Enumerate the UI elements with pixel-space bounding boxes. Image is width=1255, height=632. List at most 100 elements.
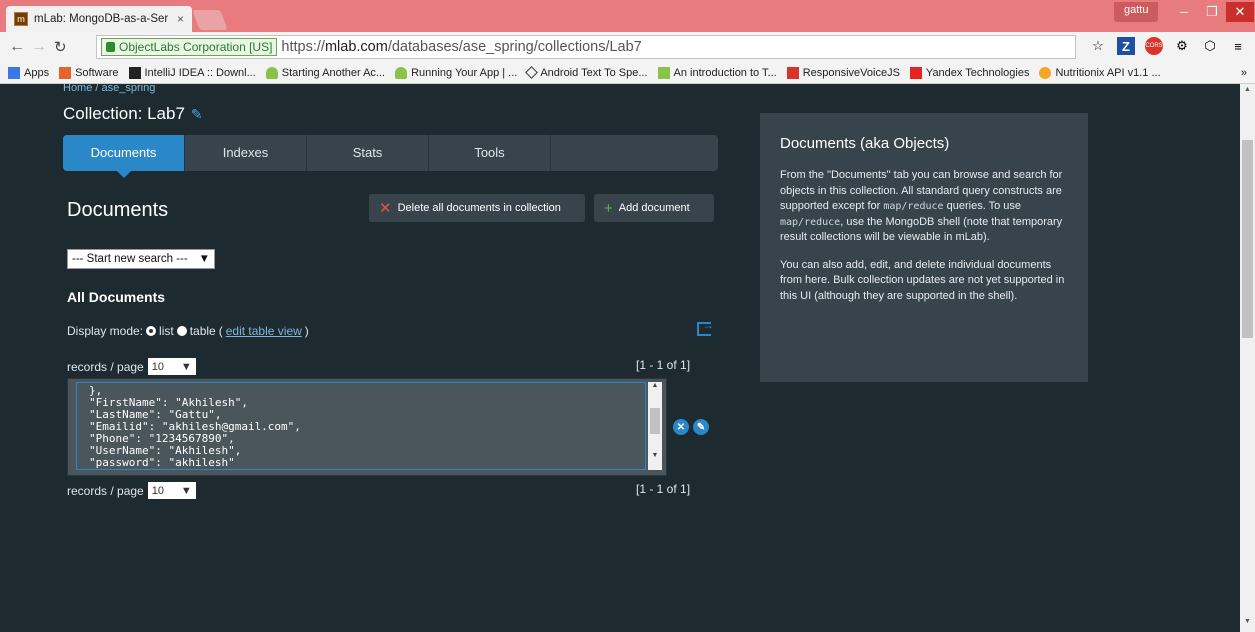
minimize-icon[interactable]: –: [1170, 2, 1198, 22]
edit-table-view-link[interactable]: edit table view: [226, 324, 302, 338]
lock-icon: [106, 42, 115, 52]
search-select[interactable]: --- Start new search --- ▼: [67, 249, 215, 269]
android-icon: [657, 66, 670, 79]
page-title: Collection: Lab7 ✎: [63, 104, 203, 124]
forward-icon[interactable]: →: [28, 38, 50, 56]
document-editor[interactable]: }, "FirstName": "Akhilesh", "LastName": "G…: [76, 382, 646, 470]
info-title: Documents (aka Objects): [780, 135, 950, 152]
office-icon: [59, 66, 72, 79]
bookmark-apps[interactable]: Apps: [8, 66, 50, 79]
edit-icon[interactable]: ✎: [191, 106, 203, 123]
profile-badge[interactable]: gattu: [1114, 2, 1159, 22]
bookmarks-overflow[interactable]: »: [1241, 67, 1247, 79]
scroll-down-icon[interactable]: ▼: [1240, 618, 1255, 630]
cors-extension-icon[interactable]: CORS: [1145, 37, 1163, 55]
scroll-up-icon[interactable]: ▲: [648, 382, 662, 394]
list-radio[interactable]: [146, 326, 157, 336]
records-select[interactable]: 10 ▼: [147, 358, 196, 375]
bookmark-label: Running Your App | ...: [411, 66, 518, 79]
table-radio[interactable]: [176, 326, 187, 336]
extensions-area: ☆ Z CORS ⚙ ⬡ ≡: [1089, 37, 1247, 55]
bookmark-label: Starting Another Ac...: [281, 66, 386, 79]
bookmark-label: IntelliJ IDEA :: Downl...: [144, 66, 256, 79]
export-icon[interactable]: [697, 318, 714, 336]
bookmark-star-icon[interactable]: ☆: [1089, 37, 1107, 55]
maximize-icon[interactable]: ❐: [1198, 2, 1226, 22]
bookmark-intellij[interactable]: IntelliJ IDEA :: Downl...: [128, 66, 256, 79]
apps-grid-icon: [8, 66, 20, 79]
scroll-thumb[interactable]: [650, 408, 660, 434]
delete-document-icon[interactable]: ✕: [673, 419, 689, 435]
bookmark-yandex[interactable]: Yandex Technologies: [909, 66, 1030, 79]
dropdown-arrow-icon: ▼: [180, 360, 192, 373]
url-host: mlab.com: [324, 39, 388, 55]
records-label: records / page: [67, 483, 144, 498]
search-select-value: --- Start new search ---: [72, 253, 188, 265]
records-label: records / page: [67, 359, 144, 374]
records-select[interactable]: 10 ▼: [147, 482, 196, 499]
back-icon[interactable]: ←: [6, 38, 28, 56]
bookmark-responsivevoice[interactable]: ResponsiveVoiceJS: [786, 66, 900, 79]
mlab-favicon-icon: m: [14, 12, 28, 26]
nutritionix-icon: [1039, 66, 1052, 79]
documents-heading: Documents: [67, 199, 169, 221]
url-path: /databases/ase_spring/collections/Lab7: [387, 39, 642, 55]
bookmark-android-2[interactable]: Running Your App | ...: [395, 66, 518, 79]
add-document-label: Add document: [618, 202, 690, 214]
page-scroll-thumb[interactable]: [1242, 140, 1253, 338]
doc-line: "password": "akhilesh": [89, 456, 235, 469]
url-text[interactable]: https://mlab.com/databases/ase_spring/co…: [281, 39, 641, 55]
browser-tab[interactable]: m mLab: MongoDB-as-a-Ser ×: [6, 6, 192, 32]
dropdown-arrow-icon: ▼: [198, 253, 210, 265]
menu-icon[interactable]: ≡: [1229, 37, 1247, 55]
tab-tools[interactable]: Tools: [429, 135, 551, 171]
android-icon: [395, 66, 408, 79]
responsivevoice-icon: [786, 66, 799, 79]
info-paragraph-2: You can also add, edit, and delete indiv…: [780, 258, 1065, 302]
puzzle-extension-icon[interactable]: ⚙: [1173, 37, 1191, 55]
display-mode-label: Display mode:: [67, 324, 144, 338]
records-per-page-bottom: records / page 10 ▼: [67, 482, 196, 499]
tab-indexes[interactable]: Indexes: [185, 135, 307, 171]
bookmark-label: ResponsiveVoiceJS: [802, 66, 900, 79]
records-value: 10: [151, 360, 164, 373]
bookmark-label: Software: [75, 66, 119, 79]
close-window-icon[interactable]: ✕: [1226, 2, 1254, 22]
bookmarks-bar: Apps Software IntelliJ IDEA :: Downl... …: [0, 62, 1255, 84]
bookmark-intro[interactable]: An introduction to T...: [657, 66, 777, 79]
bookmark-android-1[interactable]: Starting Another Ac...: [265, 66, 386, 79]
collection-title: Collection: Lab7: [63, 104, 185, 123]
page-scrollbar[interactable]: ▲ ▼: [1240, 84, 1255, 632]
range-text-bottom: [1 - 1 of 1]: [636, 482, 691, 496]
scroll-down-icon[interactable]: ▼: [648, 452, 662, 464]
collection-tabs: Documents Indexes Stats Tools: [63, 135, 718, 178]
diamond-icon: [525, 66, 539, 79]
info-paragraph-1: From the "Documents" tab you can browse …: [780, 168, 1068, 246]
new-tab-button[interactable]: [192, 10, 228, 30]
list-label: list: [159, 324, 174, 338]
z-extension-icon[interactable]: Z: [1117, 37, 1135, 55]
bookmark-tts[interactable]: Android Text To Spe...: [525, 66, 648, 79]
breadcrumb[interactable]: Home / ase_spring: [63, 84, 155, 94]
document-scrollbar[interactable]: ▲ ▼: [648, 382, 662, 470]
cube-extension-icon[interactable]: ⬡: [1201, 37, 1219, 55]
address-bar[interactable]: ObjectLabs Corporation [US] https://mlab…: [96, 35, 1076, 59]
reload-icon[interactable]: ↻: [54, 38, 67, 56]
tab-documents[interactable]: Documents: [63, 135, 185, 178]
info-code: map/reduce: [883, 201, 944, 212]
security-indicator[interactable]: ObjectLabs Corporation [US]: [101, 38, 278, 56]
bookmark-label: Yandex Technologies: [925, 66, 1030, 79]
paren-close: ): [304, 324, 309, 338]
add-document-button[interactable]: + Add document: [594, 194, 714, 222]
bookmark-label: An introduction to T...: [673, 66, 777, 79]
edit-document-icon[interactable]: ✎: [693, 419, 709, 435]
delete-all-button[interactable]: ✕ Delete all documents in collection: [369, 194, 585, 222]
tab-stats[interactable]: Stats: [307, 135, 429, 171]
close-tab-icon[interactable]: ×: [177, 12, 184, 26]
bookmark-nutritionix[interactable]: Nutritionix API v1.1 ...: [1039, 66, 1161, 79]
browser-toolbar: ← → ↻ ObjectLabs Corporation [US] https:…: [0, 32, 1255, 62]
scroll-up-icon[interactable]: ▲: [1240, 86, 1255, 98]
bookmark-software[interactable]: Software: [59, 66, 119, 79]
table-label: table: [189, 324, 216, 338]
bookmark-label: Apps: [24, 66, 50, 79]
